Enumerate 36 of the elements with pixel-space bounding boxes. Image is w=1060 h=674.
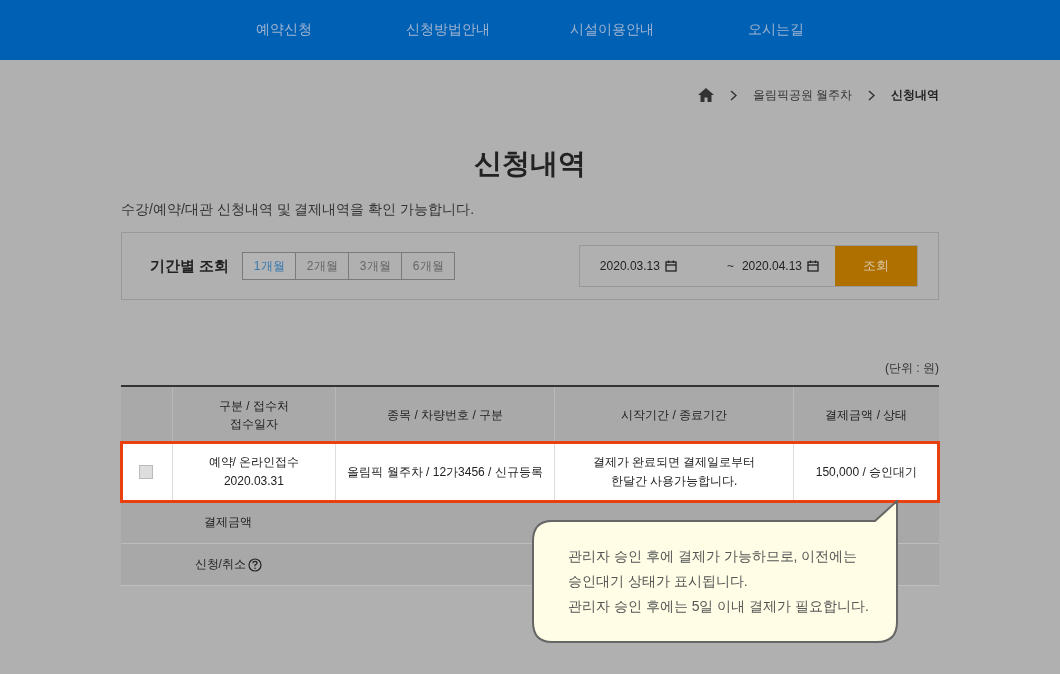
filter-label: 기간별 조회 <box>150 256 230 276</box>
home-icon[interactable] <box>697 88 714 102</box>
row-checkbox[interactable] <box>139 465 154 480</box>
column-header: 구분 / 접수처 접수일자 <box>172 386 336 442</box>
column-header: 결제금액 / 상태 <box>793 386 939 442</box>
search-button[interactable]: 조회 <box>835 246 917 286</box>
help-icon[interactable] <box>247 557 262 572</box>
page-description: 수강/예약/대관 신청내역 및 결제내역을 확인 가능합니다. <box>121 201 476 219</box>
summary-label: 결제금액 <box>204 514 253 531</box>
nav-link[interactable]: 신청방법안내 <box>366 15 530 45</box>
nav-link[interactable]: 시설이용안내 <box>530 15 694 45</box>
tooltip-text: 관리자 승인 후에 결제가 가능하므로, 이전에는 승인대기 상태가 표시됩니다. 관리자 승인 후에는 5일 이내 결제가 필요합니다. <box>568 547 869 616</box>
unit-label: (단위 : 원) <box>885 360 939 377</box>
table-cell: 150,000 / 승인대기 <box>793 442 939 502</box>
breadcrumb-item[interactable]: 올림픽공원 월주차 <box>752 86 852 104</box>
column-header: 종목 / 차량번호 / 구분 <box>335 386 555 442</box>
calendar-icon[interactable] <box>807 260 819 272</box>
start-date-field[interactable]: 2020.03.13 <box>599 259 660 273</box>
period-tab[interactable]: 2개월 <box>295 252 350 280</box>
period-tab[interactable]: 3개월 <box>348 252 403 280</box>
range-separator: ~ <box>726 258 734 275</box>
chevron-right-icon <box>729 89 737 101</box>
nav-link[interactable]: 예약신청 <box>202 15 366 45</box>
period-tab[interactable]: 1개월 <box>242 252 297 280</box>
calendar-icon[interactable] <box>664 260 677 272</box>
summary-label: 신청/취소 <box>194 556 246 573</box>
page-title: 신청내역 <box>473 147 587 181</box>
table-cell: 결제가 완료되면 결제일로부터 한달간 사용가능합니다. <box>554 442 794 502</box>
nav-link[interactable]: 오시는길 <box>694 15 858 45</box>
table-cell: 올림픽 월주차 / 12가3456 / 신규등록 <box>335 442 555 502</box>
period-tab[interactable]: 6개월 <box>401 252 456 280</box>
breadcrumb-item[interactable]: 신청내역 <box>891 86 939 104</box>
table-cell: 예약/ 온라인접수 2020.03.31 <box>172 442 336 502</box>
end-date-field[interactable]: 2020.04.13 <box>741 259 802 273</box>
column-header: 시작기간 / 종료기간 <box>554 386 794 442</box>
chevron-right-icon <box>868 89 875 101</box>
